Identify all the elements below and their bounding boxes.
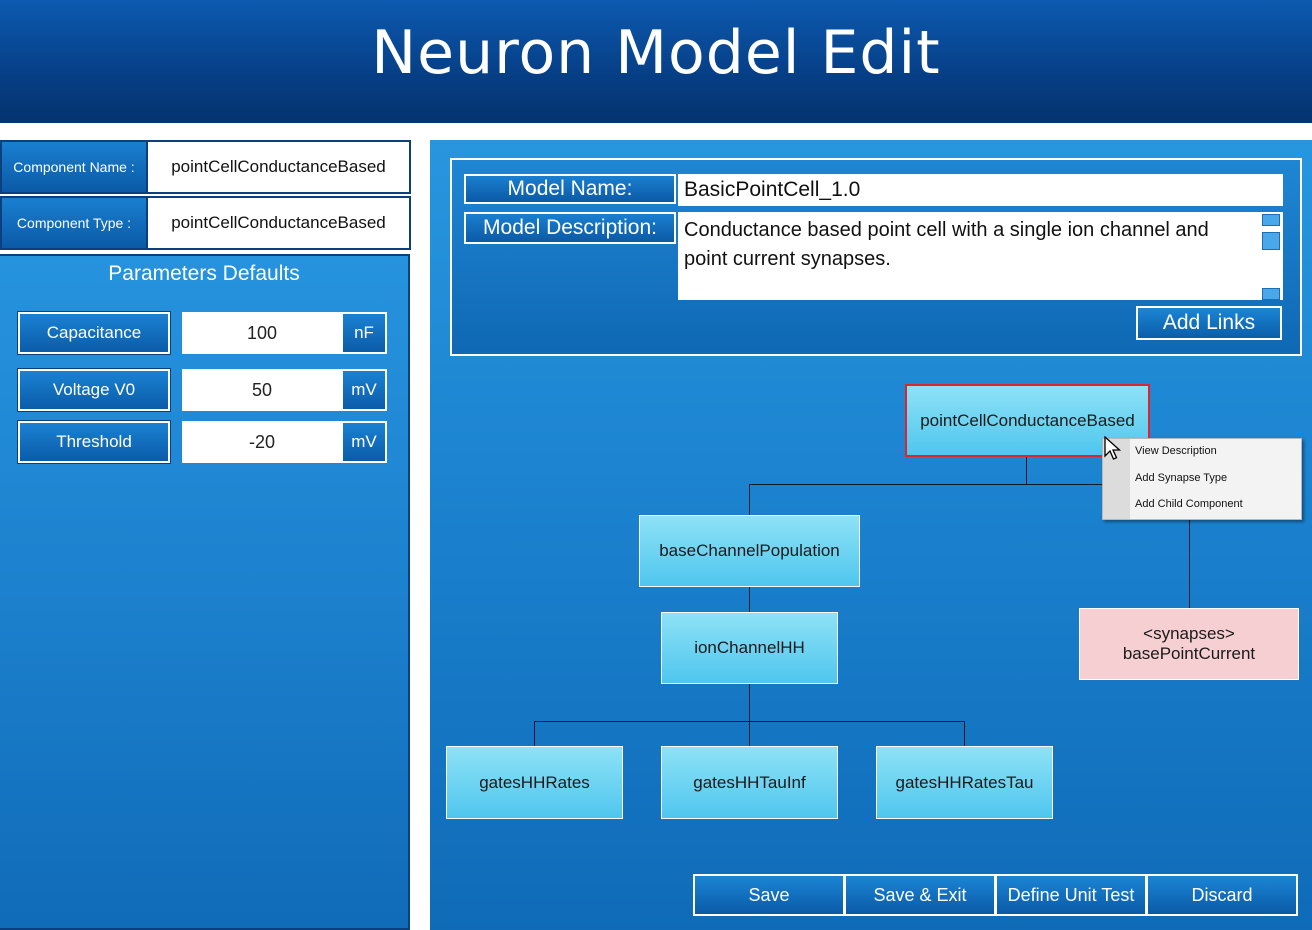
connector-line xyxy=(534,721,535,746)
connector-line xyxy=(749,586,750,612)
param-capacitance-unit[interactable]: nF xyxy=(341,312,387,354)
param-voltage-input[interactable]: 50 xyxy=(182,369,342,411)
param-voltage-label: Voltage V0 xyxy=(17,368,171,412)
tree-node-synapses[interactable]: <synapses> basePointCurrent xyxy=(1079,608,1299,680)
add-links-button[interactable]: Add Links xyxy=(1136,306,1282,340)
param-threshold-unit[interactable]: mV xyxy=(341,421,387,463)
tree-node-ion-channel[interactable]: ionChannelHH xyxy=(661,612,838,684)
model-info-box: Model Name: BasicPointCell_1.0 Model Des… xyxy=(450,158,1302,356)
param-voltage-unit[interactable]: mV xyxy=(341,369,387,411)
scroll-down-icon[interactable] xyxy=(1262,288,1280,300)
menu-item-add-child-component[interactable]: Add Child Component xyxy=(1135,498,1243,510)
save-exit-button[interactable]: Save & Exit xyxy=(844,874,996,916)
synapses-name: basePointCurrent xyxy=(1122,644,1256,663)
param-threshold-label: Threshold xyxy=(17,420,171,464)
tree-node-gate-rates[interactable]: gatesHHRates xyxy=(446,746,623,819)
component-type-label: Component Type : xyxy=(0,196,148,250)
connector-line xyxy=(534,721,965,722)
scroll-thumb[interactable] xyxy=(1262,232,1280,250)
parameters-panel: Parameters Defaults Capacitance 100 nF V… xyxy=(0,254,410,930)
model-name-field[interactable]: BasicPointCell_1.0 xyxy=(678,174,1283,206)
tree-node-gate-tauinf[interactable]: gatesHHTauInf xyxy=(661,746,838,819)
discard-button[interactable]: Discard xyxy=(1146,874,1298,916)
connector-line xyxy=(749,684,750,746)
synapses-tag: <synapses> xyxy=(1143,624,1235,643)
define-unit-test-button[interactable]: Define Unit Test xyxy=(995,874,1147,916)
connector-line xyxy=(964,721,965,746)
menu-item-add-synapse-type[interactable]: Add Synapse Type xyxy=(1135,472,1227,484)
model-description-label: Model Description: xyxy=(464,212,676,244)
page-title: Neuron Model Edit xyxy=(371,18,941,88)
param-capacitance-input[interactable]: 100 xyxy=(182,312,342,354)
model-description-field[interactable]: Conductance based point cell with a sing… xyxy=(678,212,1283,300)
param-threshold-input[interactable]: -20 xyxy=(182,421,342,463)
menu-item-view-description[interactable]: View Description xyxy=(1135,445,1217,457)
save-button[interactable]: Save xyxy=(693,874,845,916)
connector-line xyxy=(749,484,750,515)
param-capacitance-label: Capacitance xyxy=(17,311,171,355)
connector-line xyxy=(1026,456,1027,485)
connector-line xyxy=(1189,520,1190,608)
scroll-up-icon[interactable] xyxy=(1262,214,1280,226)
model-name-label: Model Name: xyxy=(464,174,676,204)
page-header: Neuron Model Edit xyxy=(0,0,1312,123)
mouse-cursor-icon xyxy=(1104,436,1122,460)
tree-node-base-channel[interactable]: baseChannelPopulation xyxy=(639,515,860,587)
tree-node-gate-ratestau[interactable]: gatesHHRatesTau xyxy=(876,746,1053,819)
component-name-label: Component Name : xyxy=(0,140,148,194)
parameters-title: Parameters Defaults xyxy=(108,262,300,285)
component-name-field[interactable]: pointCellConductanceBased xyxy=(146,140,411,194)
context-menu: View Description Add Synapse Type Add Ch… xyxy=(1102,438,1302,520)
component-type-field[interactable]: pointCellConductanceBased xyxy=(146,196,411,250)
